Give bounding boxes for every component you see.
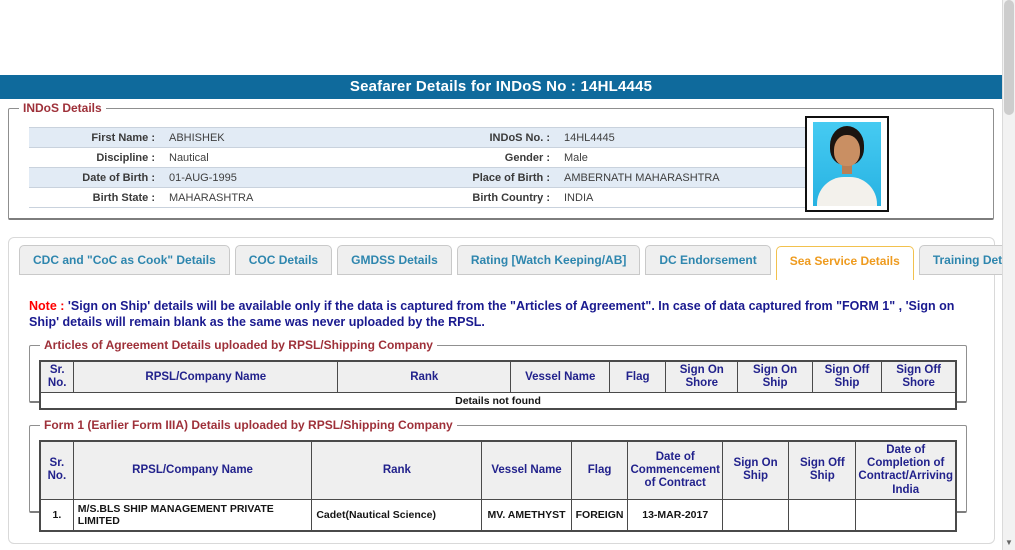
tabs-bar: CDC and "CoC as Cook" Details COC Detail… [19,245,1015,280]
tab-training-details[interactable]: Training Details [918,245,1015,275]
indos-no-value: 14HL4445 [556,127,807,148]
cell-flag: FOREIGN [570,498,629,532]
col-sign-on-ship: Sign On Ship [737,360,813,394]
seafarer-photo-image [813,122,881,206]
table-row: 1. M/S.BLS SHIP MANAGEMENT PRIVATE LIMIT… [39,498,957,532]
cell-sign-off-ship [788,498,857,532]
birth-state-label: Birth State : [29,187,161,208]
col-rank: Rank [337,360,512,394]
col-sign-on-ship: Sign On Ship [721,440,790,500]
cell-rpsl-company-name: M/S.BLS SHIP MANAGEMENT PRIVATE LIMITED [72,498,313,532]
articles-of-agreement-legend: Articles of Agreement Details uploaded b… [44,338,433,352]
tab-gmdss-details[interactable]: GMDSS Details [337,245,452,275]
col-rank: Rank [311,440,483,500]
first-name-label: First Name : [29,127,161,148]
col-vessel-name: Vessel Name [510,360,611,394]
table-row: Date of Birth : 01-AUG-1995 Place of Bir… [29,167,807,188]
col-sr-no: Sr. No. [39,360,75,394]
scrollbar-thumb[interactable] [1004,0,1014,115]
place-of-birth-value: AMBERNATH MAHARASHTRA [556,167,807,188]
birth-country-label: Birth Country : [424,187,556,208]
table-header-row: Sr. No. RPSL/Company Name Rank Vessel Na… [39,360,957,394]
gender-value: Male [556,147,807,168]
col-flag: Flag [570,440,629,500]
cell-vessel-name: MV. AMETHYST [481,498,572,532]
birth-country-value: INDIA [556,187,807,208]
birth-state-value: MAHARASHTRA [161,187,424,208]
details-not-found-message: Details not found [39,392,957,410]
date-of-birth-label: Date of Birth : [29,167,161,188]
vertical-scrollbar[interactable]: ▼ [1002,0,1015,550]
note-body: 'Sign on Ship' details will be available… [29,299,955,330]
discipline-label: Discipline : [29,147,161,168]
cell-date-of-commencement: 13-MAR-2017 [627,498,723,532]
cell-date-of-completion [855,498,957,532]
table-header-row: Sr. No. RPSL/Company Name Rank Vessel Na… [39,440,957,500]
tab-coc-details[interactable]: COC Details [234,245,333,275]
cell-rank: Cadet(Nautical Science) [311,498,483,532]
col-date-of-commencement: Date of Commencement of Contract [627,440,723,500]
col-rpsl-company-name: RPSL/Company Name [72,440,313,500]
note-prefix: Note : [29,299,65,313]
note-text: Note : 'Sign on Ship' details will be av… [29,298,977,331]
col-sign-on-shore: Sign On Shore [665,360,739,394]
tab-dc-endorsement[interactable]: DC Endorsement [645,245,771,275]
col-sign-off-ship: Sign Off Ship [788,440,857,500]
articles-of-agreement-table: Sr. No. RPSL/Company Name Rank Vessel Na… [39,360,957,411]
tab-rating-watch-keeping-ab[interactable]: Rating [Watch Keeping/AB] [456,245,641,275]
col-date-of-completion: Date of Completion of Contract/Arriving … [855,440,957,500]
seafarer-details-page: Seafarer Details for INDoS No : 14HL4445… [0,0,1015,550]
table-row: Discipline : Nautical Gender : Male [29,147,807,168]
form1-table: Sr. No. RPSL/Company Name Rank Vessel Na… [39,440,957,532]
date-of-birth-value: 01-AUG-1995 [161,167,424,188]
indos-no-label: INDoS No. : [424,127,556,148]
seafarer-photo [805,116,889,212]
col-sign-off-shore: Sign Off Shore [881,360,957,394]
page-title: Seafarer Details for INDoS No : 14HL4445 [0,75,1002,99]
tab-sea-service-details[interactable]: Sea Service Details [775,246,914,280]
tab-panel: CDC and "CoC as Cook" Details COC Detail… [8,237,1015,544]
first-name-value: ABHISHEK [161,127,424,148]
tab-cdc-coc-as-cook-details[interactable]: CDC and "CoC as Cook" Details [19,245,230,275]
table-row: Details not found [39,392,957,410]
gender-label: Gender : [424,147,556,168]
scrollbar-down-arrow-icon[interactable]: ▼ [1003,539,1015,547]
indos-details-table: First Name : ABHISHEK INDoS No. : 14HL44… [29,127,807,208]
table-row: Birth State : MAHARASHTRA Birth Country … [29,187,807,208]
place-of-birth-label: Place of Birth : [424,167,556,188]
indos-details-legend: INDoS Details [23,101,102,115]
col-rpsl-company-name: RPSL/Company Name [73,360,339,394]
cell-sr-no: 1. [39,498,74,532]
col-sign-off-ship: Sign Off Ship [811,360,883,394]
discipline-value: Nautical [161,147,424,168]
form1-legend: Form 1 (Earlier Form IIIA) Details uploa… [44,418,453,432]
table-row: First Name : ABHISHEK INDoS No. : 14HL44… [29,127,807,148]
col-vessel-name: Vessel Name [481,440,572,500]
col-sr-no: Sr. No. [39,440,74,500]
cell-sign-on-ship [721,498,790,532]
col-flag: Flag [609,360,667,394]
articles-of-agreement-section: Articles of Agreement Details uploaded b… [29,338,967,411]
form1-section: Form 1 (Earlier Form IIIA) Details uploa… [29,418,967,532]
